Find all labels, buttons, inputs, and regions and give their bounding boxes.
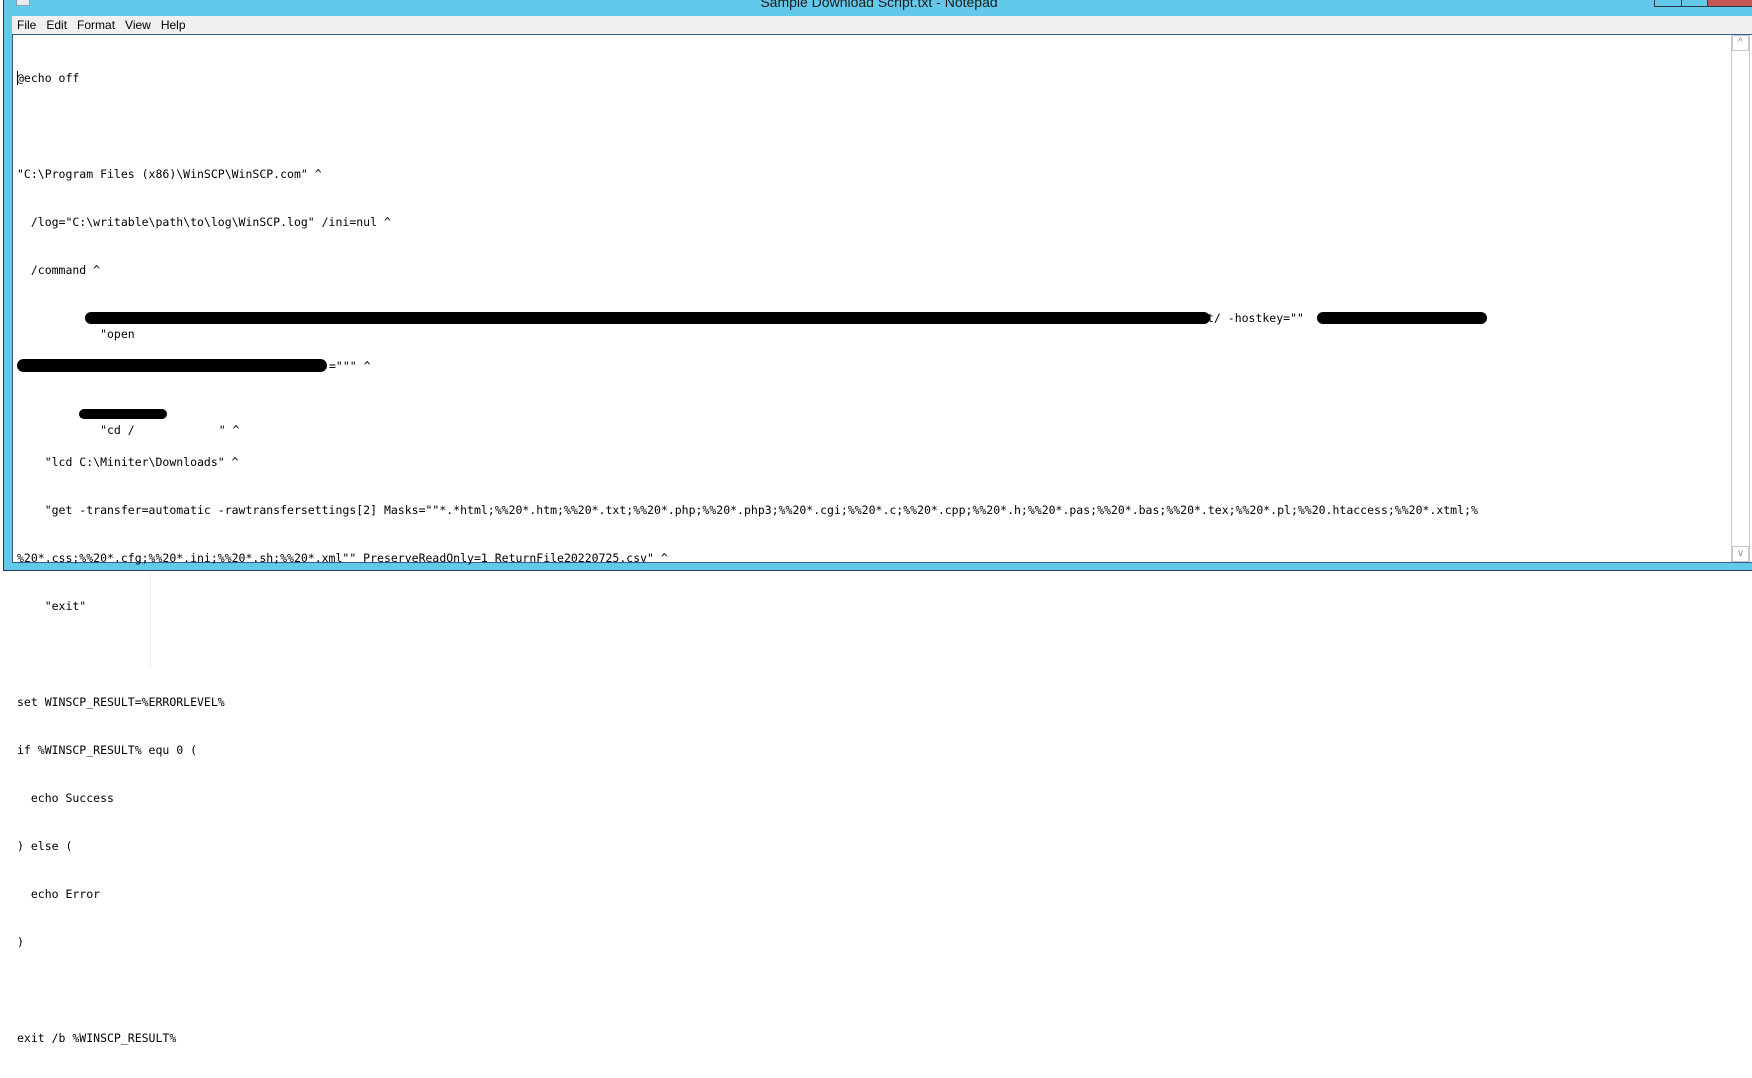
chevron-down-icon: v [1738,548,1743,559]
vertical-scrollbar[interactable]: ^ v [1731,35,1750,562]
redaction-mark [1317,312,1487,324]
text-line: "lcd C:\Miniter\Downloads" ^ [17,455,239,469]
text-line-open-redacted: "open t/ -hostkey="" [17,310,1730,341]
text-line [17,646,1730,662]
text-line [17,982,1730,998]
text-line: echo Success [17,791,114,805]
menu-format[interactable]: Format [72,16,120,34]
text-line: set WINSCP_RESULT=%ERRORLEVEL% [17,695,225,709]
text-line: echo Error [17,887,101,901]
redaction-mark [79,409,167,419]
redaction-mark [85,312,1210,324]
text-line: ) [17,935,24,949]
menu-file[interactable]: File [12,16,41,34]
title-bar[interactable]: Sample Download Script.txt - Notepad [4,0,1752,16]
text-line-redacted: =""" ^ [17,358,1730,374]
document-text[interactable]: @echo off "C:\Program Files (x86)\WinSCP… [17,38,1730,1078]
text-line: "C:\Program Files (x86)\WinSCP\WinSCP.co… [17,167,322,181]
notepad-window: Sample Download Script.txt - Notepad Fil… [3,0,1752,1045]
text-line: /command ^ [17,263,101,277]
text-line: "exit" [17,599,87,613]
maximize-button[interactable] [1681,0,1708,7]
background-divider [150,572,151,668]
text-line-cd: "cd / " ^ [17,406,1730,437]
text-caret [17,71,18,85]
text-editor-area[interactable]: @echo off "C:\Program Files (x86)\WinSCP… [12,35,1752,1045]
text-line: "get -transfer=automatic -rawtransferset… [17,503,1478,517]
minimize-button[interactable] [1654,0,1682,7]
text-line: @echo off [17,71,80,85]
text-line: ) else ( [17,839,73,853]
menu-edit[interactable]: Edit [41,16,72,34]
text-line: exit /b %WINSCP_RESULT% [17,1031,177,1045]
close-button[interactable] [1707,0,1752,7]
chevron-up-icon: ^ [1738,37,1743,48]
menu-help[interactable]: Help [156,16,191,34]
text-line: /log="C:\writable\path\to\log\WinSCP.log… [17,215,391,229]
menu-view[interactable]: View [120,16,156,34]
redaction-mark [17,359,327,372]
text-line: %20*.css;%%20*.cfg;%%20*.ini;%%20*.sh;%%… [17,551,668,565]
menu-bar: File Edit Format View Help [12,16,1752,35]
window-title: Sample Download Script.txt - Notepad [760,0,998,10]
text-line: if %WINSCP_RESULT% equ 0 ( [17,743,198,757]
scroll-down-button[interactable]: v [1732,546,1749,562]
scroll-up-button[interactable]: ^ [1732,35,1749,51]
text-line [17,118,1730,134]
